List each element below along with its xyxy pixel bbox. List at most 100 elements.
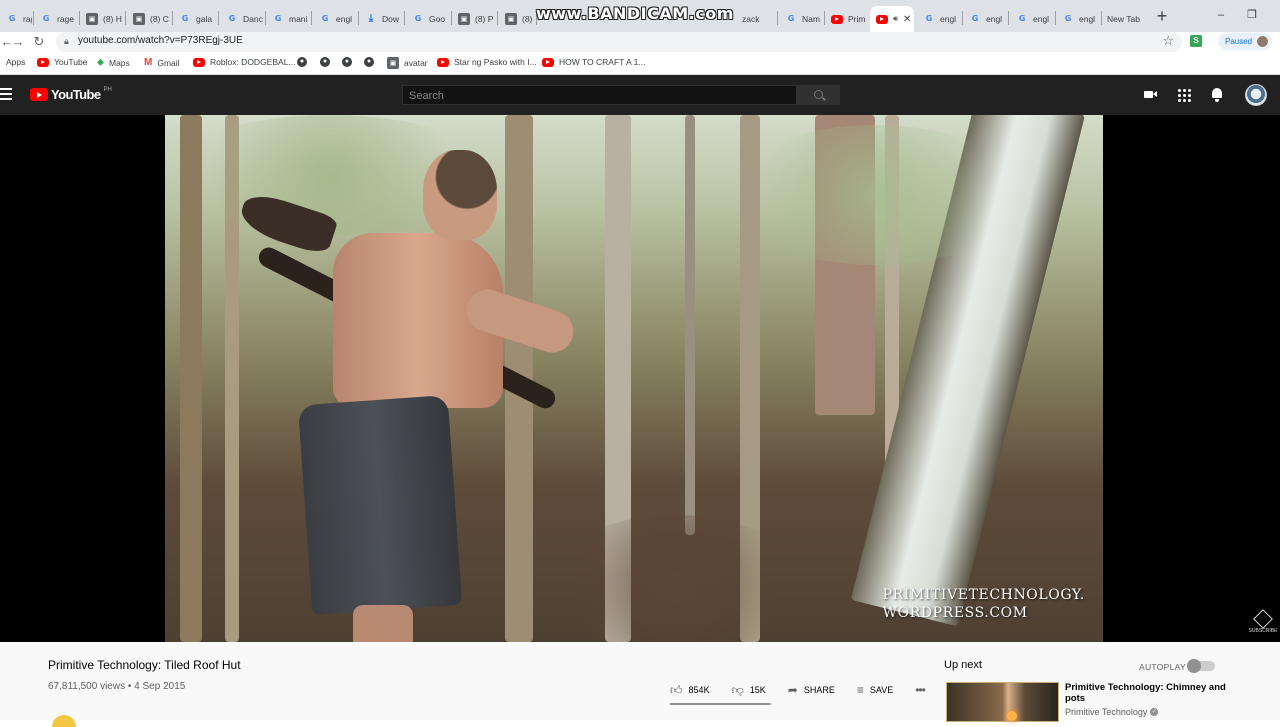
google-g-icon: G [181,14,189,23]
video-frame[interactable]: PRIMITIVETECHNOLOGY. WORDPRESS.COM [165,115,1103,642]
browser-tab[interactable]: zack [736,6,776,32]
playlist-add-icon: ≡ [856,683,864,697]
profile-button[interactable]: Paused [1218,33,1272,50]
profile-avatar [1256,35,1269,48]
country-code: PH [103,86,112,93]
tab-separator [404,11,405,25]
save-button[interactable]: ≡ SAVE [857,684,893,696]
search-input[interactable] [403,87,796,105]
up-next-title[interactable]: Primitive Technology: Chimney and pots [1065,682,1240,704]
tab-label: (8) C [150,14,169,24]
browser-tab[interactable]: ⤓ Dow [359,6,403,32]
lock-icon[interactable]: 🔒︎ [64,36,69,47]
verified-check-icon: ✓ [1150,708,1159,716]
browser-tab[interactable]: G Goo [406,6,450,32]
bookmark-item[interactable]: ⬥ Maps [97,57,130,68]
like-dislike-ratio-bar [670,703,772,705]
more-horizontal-icon: ••• [915,683,926,697]
share-button[interactable]: ➦ SHARE [788,684,835,696]
tab-close-icon[interactable]: ✕ [903,14,911,25]
bookmark-label: HOW TO CRAFT A 1... [559,57,646,67]
browser-tab[interactable]: ▣ (8) P [452,6,496,32]
browser-tab[interactable]: Grage [34,6,78,32]
channel-avatar[interactable] [52,715,76,727]
restore-button[interactable]: ❐ [1237,4,1267,26]
bookmark-star-icon[interactable]: ☆ [1162,33,1174,49]
browser-tab[interactable]: Gengl [1010,6,1054,32]
tab-separator [311,11,312,25]
save-label: SAVE [869,685,894,695]
account-avatar[interactable] [1245,84,1267,106]
up-next-heading: Up next [944,659,982,671]
subscribe-watermark[interactable]: SUBSCRIBE [1247,609,1279,638]
video-player[interactable]: PRIMITIVETECHNOLOGY. WORDPRESS.COM SUBSC… [0,115,1280,642]
browser-tab[interactable]: ▣ (8) H [80,6,124,32]
browser-tab[interactable]: ▣ (8) [499,6,535,32]
notifications-bell-icon[interactable] [1209,87,1225,103]
youtube-logo[interactable]: YouTube PH [30,87,112,102]
bookmark-item[interactable]: Star ng Pasko with I... [437,57,537,67]
autoplay-toggle-knob[interactable] [1187,659,1201,673]
browser-tab[interactable]: G Nam [779,6,823,32]
bookmark-item[interactable]: ● [364,57,374,67]
bookmark-item[interactable]: YouTube [37,57,87,67]
new-tab-button[interactable]: + [1152,6,1172,26]
browser-tab[interactable]: Gengl [963,6,1007,32]
tab-label: Danc [243,14,263,24]
app-box-icon: ▣ [133,13,145,25]
bookmark-item[interactable]: HOW TO CRAFT A 1... [542,57,645,67]
apps-grid-icon[interactable] [1176,87,1192,103]
browser-tab[interactable]: Gengl [313,6,357,32]
create-video-icon[interactable] [1143,87,1159,103]
bookmarks-bar: Apps YouTube ⬥ Maps M Gmail Roblox: DODGEBAL..… [0,52,1280,75]
browser-tab-active[interactable]: 🔊︎ ✕ [870,6,914,32]
more-actions-button[interactable]: ••• [915,683,926,697]
extension-icon[interactable]: S [1190,35,1202,47]
app-box-icon: ▣ [458,13,470,25]
up-next-channel[interactable]: Primitive Technology ✓ [1065,707,1159,717]
youtube-play-icon [876,14,888,24]
tab-label: gala [196,14,213,24]
app-box-icon: ▣ [86,13,98,25]
bookmark-label: Maps [109,57,130,68]
video-watermark-line2: WORDPRESS.COM [882,605,1028,621]
minimize-button[interactable]: – [1206,4,1236,26]
tab-label: Nam [802,14,820,24]
search-button[interactable] [797,85,840,105]
tab-label: zack [742,14,760,24]
bookmark-item[interactable]: Roblox: DODGEBAL... [193,57,296,67]
reload-icon[interactable]: ↻ [30,33,48,51]
browser-tab[interactable]: G Danc [220,6,264,32]
menu-icon[interactable] [0,88,12,100]
browser-tab[interactable]: Gragin [0,6,32,32]
up-next-thumbnail[interactable] [946,682,1059,722]
browser-tab[interactable]: Gmani [266,6,310,32]
bookmark-item[interactable]: M Gmail [144,57,180,68]
autoplay-toggle[interactable] [1187,659,1215,673]
bookmark-label: YouTube [54,57,88,67]
browser-tab[interactable]: New Tab [1101,6,1147,32]
forward-arrow-icon[interactable]: → [9,33,27,51]
bookmark-item[interactable]: ● [342,57,352,67]
dislike-button[interactable]: 👎︎ 15K [732,684,766,696]
bookmark-label: Roblox: DODGEBAL... [210,57,296,67]
browser-tab[interactable]: Gengl [917,6,961,32]
address-bar[interactable]: 🔒︎ youtube.com/watch?v=P73REgj-3UE ☆ [56,32,1182,52]
url-text[interactable]: youtube.com/watch?v=P73REgj-3UE [78,35,243,46]
bookmark-item[interactable]: ● [320,57,330,67]
browser-tab[interactable]: ▣ (8) C [127,6,171,32]
bookmark-label: avatar [404,58,428,68]
browser-tab[interactable]: Prim [825,6,867,32]
bookmark-item[interactable]: ● [297,57,307,67]
google-g-icon: G [414,14,422,23]
google-g-icon: G [8,14,16,23]
bookmark-item[interactable]: ▣ avatar [387,57,428,69]
youtube-play-icon [30,88,48,101]
like-button[interactable]: 👍︎ 854K [670,684,710,696]
bookmark-item[interactable]: Apps [6,57,25,67]
audio-playing-icon[interactable]: 🔊︎ [893,14,898,24]
google-g-icon: G [787,14,795,23]
browser-tab[interactable]: Ggala [173,6,217,32]
browser-tab[interactable]: Gengl [1056,6,1100,32]
tab-separator [218,11,219,25]
